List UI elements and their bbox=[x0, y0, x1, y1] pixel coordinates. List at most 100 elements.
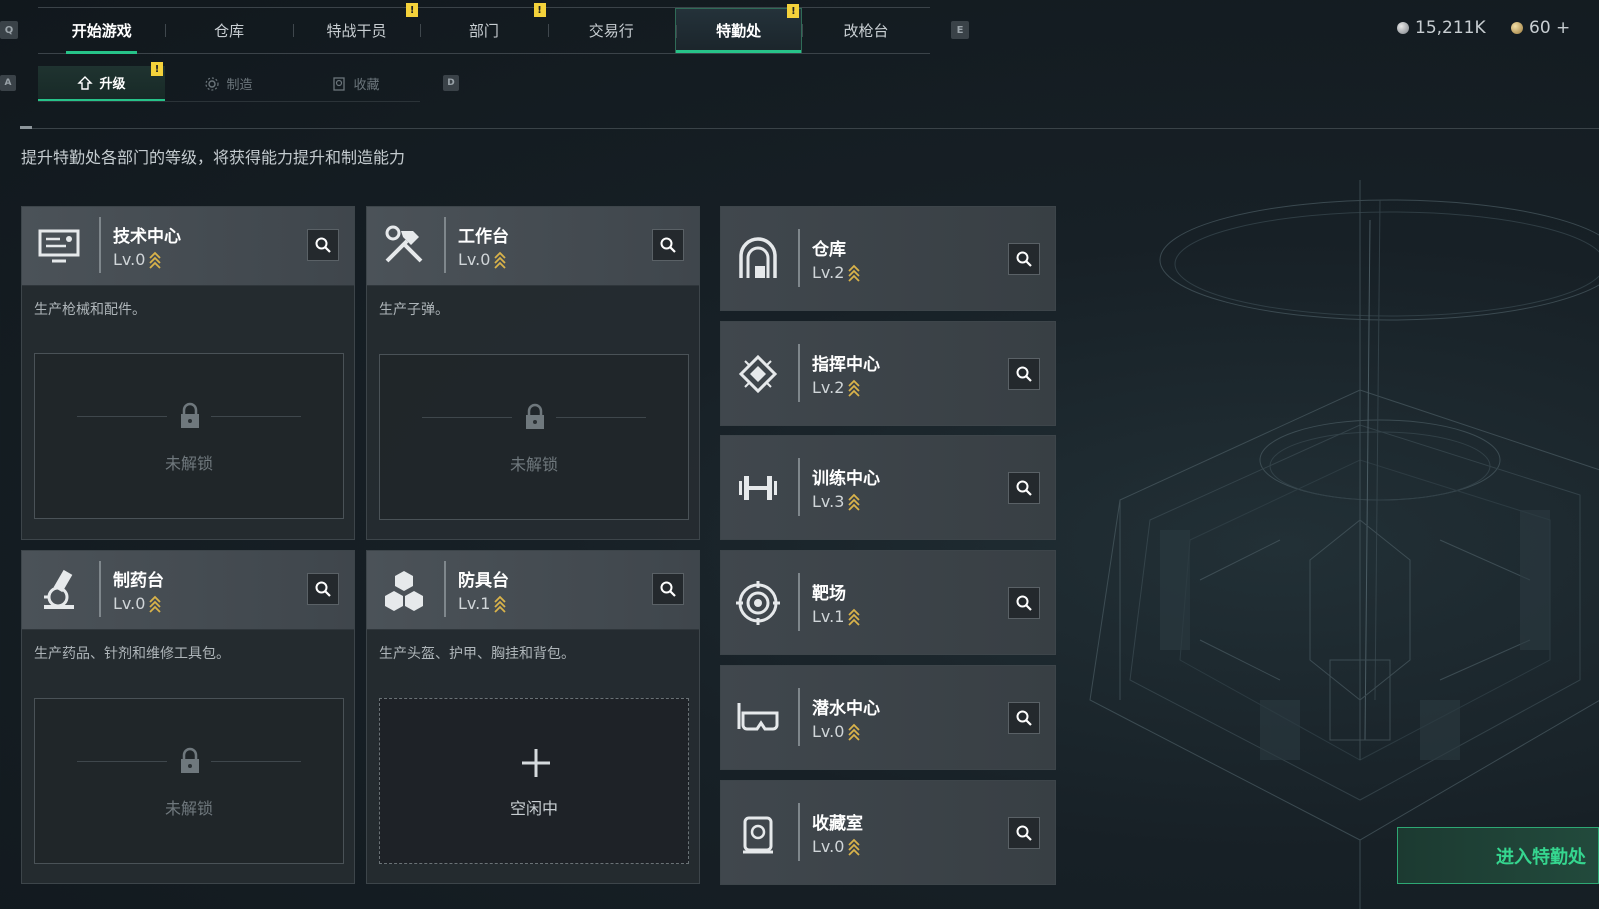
facility-card-workbench[interactable]: 工作台 Lv.0 生产子弹。 未解锁 bbox=[366, 206, 700, 540]
inspect-button[interactable] bbox=[307, 573, 339, 605]
locked-label: 未解锁 bbox=[164, 454, 213, 473]
facility-card-tech-center[interactable]: 技术中心 Lv.0 生产枪械和配件。 未解锁 bbox=[21, 206, 355, 540]
gold-coin-icon bbox=[1511, 22, 1523, 34]
card-separator bbox=[798, 229, 800, 287]
idle-label: 空闲中 bbox=[509, 799, 558, 818]
inspect-button[interactable] bbox=[307, 229, 339, 261]
tab-gunsmith[interactable]: 改枪台 bbox=[802, 8, 929, 53]
alert-badge: ! bbox=[533, 3, 546, 17]
subtab-craft[interactable]: 制造 bbox=[165, 66, 292, 101]
card-level: Lv.0 bbox=[812, 722, 861, 741]
trophy-icon bbox=[333, 76, 346, 91]
level-up-chevron-icon bbox=[848, 493, 861, 511]
search-icon bbox=[1016, 595, 1032, 611]
upgrade-icon bbox=[77, 75, 94, 90]
silver-currency: 15,211K bbox=[1397, 18, 1486, 38]
card-header: 仓库 Lv.2 bbox=[721, 207, 1055, 310]
section-divider bbox=[20, 128, 1599, 129]
inspect-button[interactable] bbox=[1008, 243, 1040, 275]
card-level: Lv.1 bbox=[458, 594, 507, 613]
target-icon bbox=[733, 578, 783, 628]
tab-trading[interactable]: 交易行 bbox=[547, 8, 675, 53]
monitor-icon bbox=[34, 221, 84, 271]
search-icon bbox=[1016, 251, 1032, 267]
card-header: 靶场 Lv.1 bbox=[721, 551, 1055, 654]
card-header: 防具台 Lv.1 bbox=[367, 551, 699, 630]
level-up-chevron-icon bbox=[848, 838, 861, 856]
level-up-chevron-icon bbox=[149, 251, 162, 269]
card-level: Lv.1 bbox=[812, 607, 861, 626]
facility-card-shooting-range[interactable]: 靶场 Lv.1 bbox=[720, 550, 1056, 655]
enter-special-ops-button[interactable]: 进入特勤处 bbox=[1397, 827, 1599, 884]
page-description: 提升特勤处各部门的等级，将获得能力提升和制造能力 bbox=[21, 148, 406, 167]
tab-start-game[interactable]: 开始游戏 bbox=[38, 8, 165, 54]
card-header: 训练中心 Lv.3 bbox=[721, 436, 1055, 539]
search-icon bbox=[1016, 480, 1032, 496]
level-up-chevron-icon bbox=[848, 379, 861, 397]
key-hint-d: D bbox=[443, 75, 459, 91]
card-level: Lv.2 bbox=[812, 378, 861, 397]
card-separator bbox=[99, 217, 101, 273]
inspect-button[interactable] bbox=[1008, 472, 1040, 504]
inspect-button[interactable] bbox=[1008, 358, 1040, 390]
card-separator bbox=[99, 561, 101, 617]
card-header: 潜水中心 Lv.0 bbox=[721, 666, 1055, 769]
level-up-chevron-icon bbox=[848, 608, 861, 626]
decor-line bbox=[422, 417, 512, 418]
card-separator bbox=[798, 573, 800, 631]
hammer-wrench-icon bbox=[379, 221, 429, 271]
search-icon bbox=[660, 581, 676, 597]
facility-card-warehouse[interactable]: 仓库 Lv.2 bbox=[720, 206, 1056, 311]
warehouse-icon bbox=[733, 234, 783, 284]
card-title: 制药台 bbox=[113, 571, 164, 591]
card-title: 工作台 bbox=[458, 227, 509, 247]
card-description: 生产头盔、护甲、胸挂和背包。 bbox=[379, 646, 575, 662]
subtab-upgrade[interactable]: 升级 ! bbox=[38, 62, 165, 101]
chip-icon bbox=[733, 349, 783, 399]
tab-warehouse[interactable]: 仓库 bbox=[165, 8, 292, 53]
card-title: 潜水中心 bbox=[812, 699, 880, 719]
tab-operators[interactable]: 特战干员! bbox=[292, 3, 420, 53]
gear-icon bbox=[205, 76, 220, 91]
card-title: 指挥中心 bbox=[812, 355, 880, 375]
card-separator bbox=[798, 344, 800, 402]
card-description: 生产枪械和配件。 bbox=[34, 302, 146, 318]
inspect-button[interactable] bbox=[1008, 817, 1040, 849]
production-slot-idle[interactable]: 空闲中 bbox=[379, 698, 689, 864]
facility-card-collection-room[interactable]: 收藏室 Lv.0 bbox=[720, 780, 1056, 885]
card-separator bbox=[444, 561, 446, 617]
base-blueprint-illustration bbox=[1089, 180, 1599, 909]
facility-card-training-center[interactable]: 训练中心 Lv.3 bbox=[720, 435, 1056, 540]
alert-badge: ! bbox=[787, 4, 800, 18]
tab-special-ops[interactable]: 特勤处! bbox=[674, 4, 803, 53]
facility-card-diving-center[interactable]: 潜水中心 Lv.0 bbox=[720, 665, 1056, 770]
inspect-button[interactable] bbox=[652, 229, 684, 261]
card-title: 训练中心 bbox=[812, 469, 880, 489]
subtab-collection[interactable]: 收藏 bbox=[292, 66, 419, 101]
production-slot-locked: 未解锁 bbox=[34, 698, 344, 864]
gold-currency: 60 + bbox=[1511, 18, 1570, 38]
card-separator bbox=[798, 458, 800, 516]
facility-card-pharmacy[interactable]: 制药台 Lv.0 生产药品、针剂和维修工具包。 未解锁 bbox=[21, 550, 355, 884]
card-header: 制药台 Lv.0 bbox=[22, 551, 354, 630]
inspect-button[interactable] bbox=[652, 573, 684, 605]
card-level: Lv.0 bbox=[113, 594, 162, 613]
alert-badge: ! bbox=[151, 62, 163, 76]
card-level: Lv.3 bbox=[812, 492, 861, 511]
inspect-button[interactable] bbox=[1008, 702, 1040, 734]
level-up-chevron-icon bbox=[494, 251, 507, 269]
card-description: 生产子弹。 bbox=[379, 302, 449, 318]
card-header: 技术中心 Lv.0 bbox=[22, 207, 354, 286]
facility-card-command-center[interactable]: 指挥中心 Lv.2 bbox=[720, 321, 1056, 426]
card-title: 仓库 bbox=[812, 240, 846, 260]
inspect-button[interactable] bbox=[1008, 587, 1040, 619]
silver-coin-icon bbox=[1397, 22, 1409, 34]
search-icon bbox=[1016, 366, 1032, 382]
card-title: 技术中心 bbox=[113, 227, 181, 247]
facility-card-armor-bench[interactable]: 防具台 Lv.1 生产头盔、护甲、胸挂和背包。 空闲中 bbox=[366, 550, 700, 884]
tab-department[interactable]: 部门! bbox=[420, 3, 547, 53]
production-slot-locked: 未解锁 bbox=[379, 354, 689, 520]
level-up-chevron-icon bbox=[494, 595, 507, 613]
card-separator bbox=[798, 803, 800, 861]
card-description: 生产药品、针剂和维修工具包。 bbox=[34, 646, 230, 662]
